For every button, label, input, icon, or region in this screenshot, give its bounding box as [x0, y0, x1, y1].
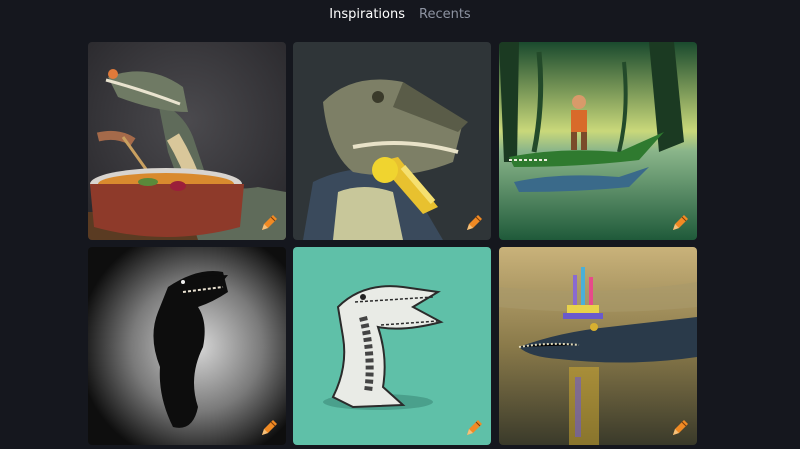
crocodile-silhouette-image — [88, 247, 286, 445]
gallery-tile-crocodile-soup[interactable] — [88, 42, 286, 240]
crocodile-eating-image — [293, 42, 491, 240]
gallery-tile-crocodile-eating[interactable] — [293, 42, 491, 240]
crocodile-soup-image — [88, 42, 286, 240]
edit-pencil-icon[interactable] — [463, 417, 485, 439]
gallery-tile-crocodile-birthday[interactable] — [499, 247, 697, 445]
edit-pencil-icon[interactable] — [669, 212, 691, 234]
edit-pencil-icon[interactable] — [463, 212, 485, 234]
crocodile-swamp-rider-image — [499, 42, 697, 240]
edit-pencil-icon[interactable] — [258, 212, 280, 234]
tab-bar: Inspirations Recents — [0, 4, 800, 24]
crocodile-sketch-image — [293, 247, 491, 445]
edit-pencil-icon[interactable] — [258, 417, 280, 439]
gallery-tile-crocodile-silhouette[interactable] — [88, 247, 286, 445]
edit-pencil-icon[interactable] — [669, 417, 691, 439]
gallery-tile-crocodile-swamp-rider[interactable] — [499, 42, 697, 240]
crocodile-birthday-image — [499, 247, 697, 445]
tab-recents[interactable]: Recents — [419, 7, 471, 22]
tab-inspirations[interactable]: Inspirations — [329, 7, 405, 22]
gallery-tile-crocodile-sketch[interactable] — [293, 247, 491, 445]
